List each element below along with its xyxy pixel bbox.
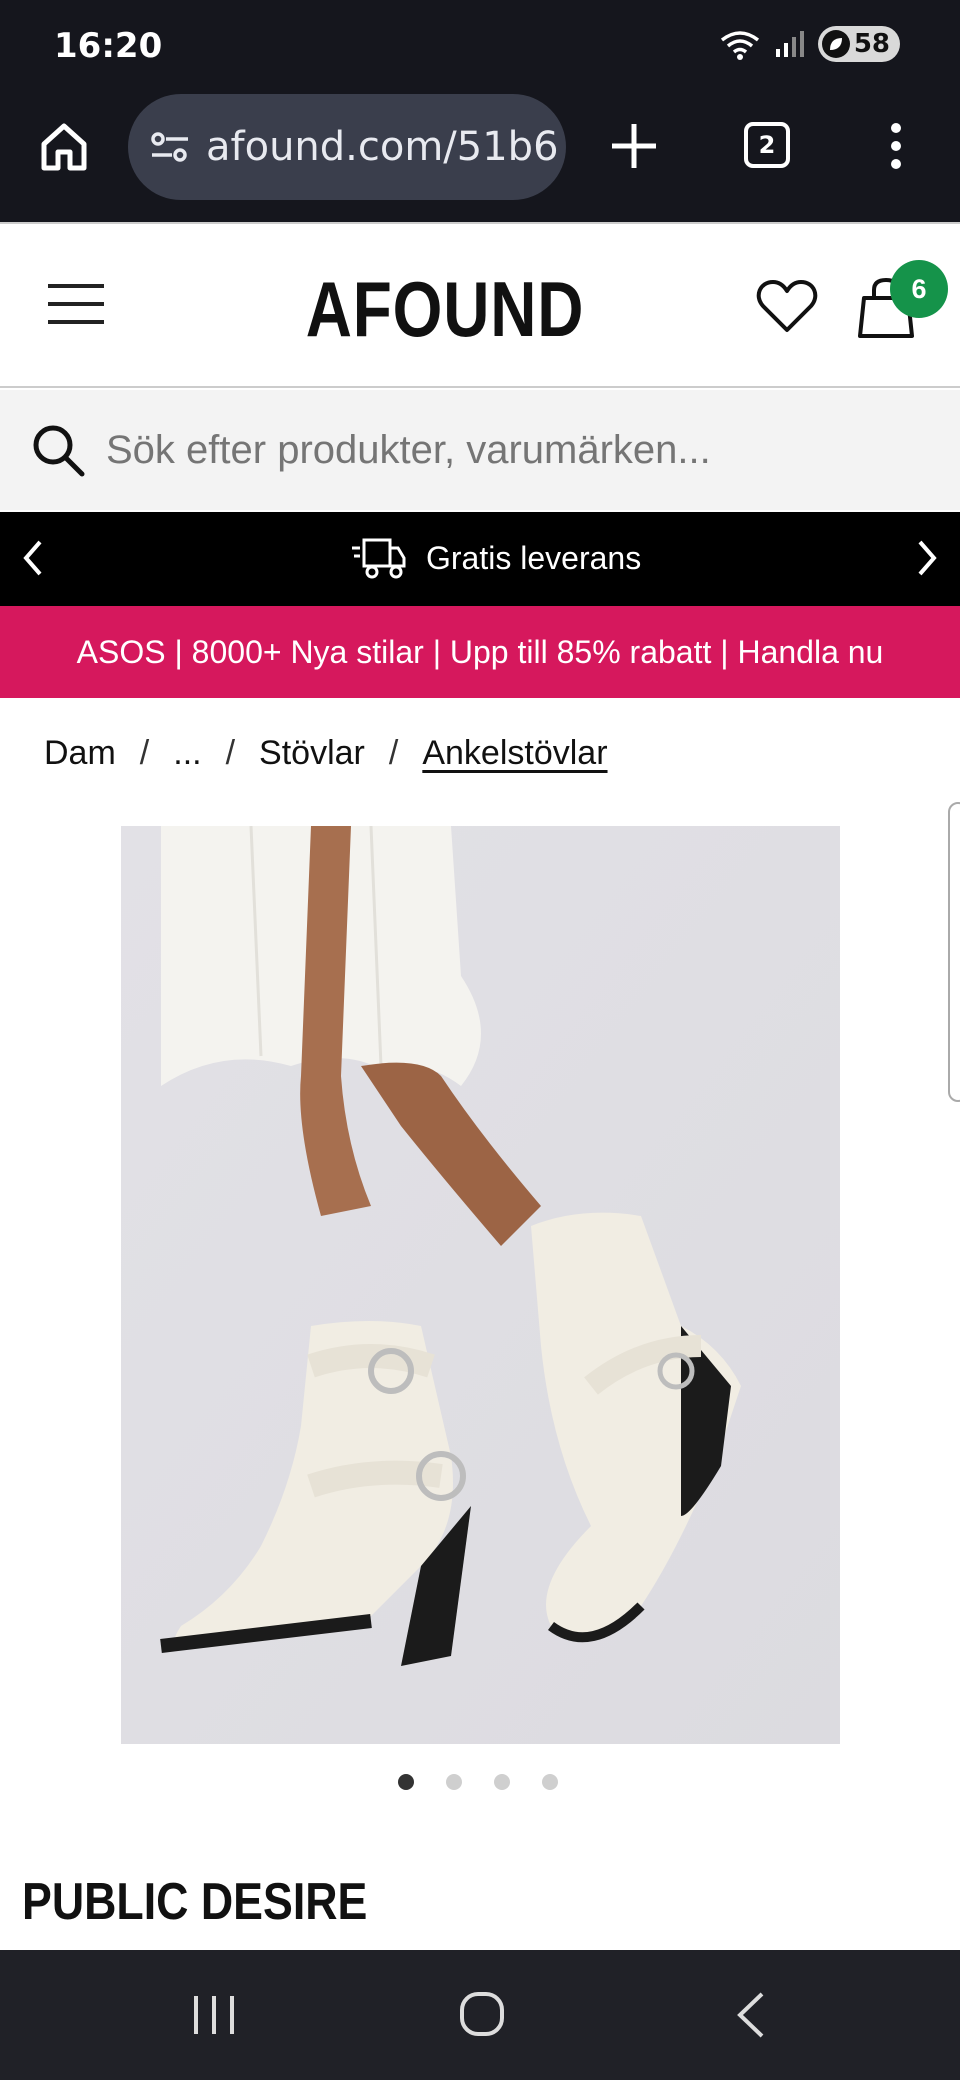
carousel-dot-3[interactable] (494, 1774, 510, 1790)
back-nav-icon[interactable] (734, 1990, 768, 2040)
system-nav-bar (0, 1950, 960, 2080)
site-logo[interactable]: AFOUND (80, 264, 810, 355)
home-nav-icon[interactable] (458, 1990, 506, 2038)
breadcrumb: Dam / ... / Stövlar / Ankelstövlar (44, 734, 608, 773)
search-input[interactable] (106, 427, 926, 473)
promo-banner[interactable]: ASOS | 8000+ Nya stilar | Upp till 85% r… (0, 606, 960, 698)
carousel-dot-1[interactable] (398, 1774, 414, 1790)
search-icon[interactable] (30, 422, 86, 478)
more-menu-icon[interactable] (880, 120, 912, 172)
chevron-right-icon[interactable] (914, 538, 940, 578)
battery-saver-icon (821, 30, 850, 58)
side-drawer-handle[interactable] (948, 802, 960, 1102)
status-bar: 16:20 58 (0, 0, 960, 90)
carousel-dot-4[interactable] (542, 1774, 558, 1790)
carousel-dot-2[interactable] (446, 1774, 462, 1790)
battery-level: 58 (853, 29, 890, 59)
battery-indicator: 58 (817, 26, 900, 62)
cart-count-badge[interactable]: 6 (890, 260, 948, 318)
search-bar[interactable] (0, 390, 960, 510)
url-text[interactable]: afound.com/51b6 (206, 124, 559, 170)
breadcrumb-separator: / (225, 734, 236, 772)
product-brand[interactable]: PUBLIC DESIRE (22, 1872, 367, 1932)
wishlist-heart-icon[interactable] (756, 278, 818, 334)
tab-count[interactable]: 2 (744, 122, 790, 168)
recent-apps-icon[interactable] (190, 1992, 238, 2038)
status-time: 16:20 (54, 26, 163, 66)
delivery-text: Gratis leverans (426, 539, 642, 576)
promo-text[interactable]: ASOS | 8000+ Nya stilar | Upp till 85% r… (77, 634, 884, 671)
product-image[interactable] (121, 826, 840, 1744)
wifi-icon (720, 31, 759, 60)
signal-icon (775, 31, 804, 57)
status-icons: 58 (720, 26, 900, 62)
breadcrumb-item-ellipsis[interactable]: ... (173, 734, 201, 773)
breadcrumb-item-ankelstovlar[interactable]: Ankelstövlar (422, 734, 607, 773)
browser-toolbar: afound.com/51b6 2 (0, 90, 960, 222)
site-settings-icon[interactable] (148, 125, 192, 169)
breadcrumb-item-dam[interactable]: Dam (44, 734, 116, 773)
breadcrumb-item-stovlar[interactable]: Stövlar (259, 734, 365, 773)
site-header: AFOUND (0, 222, 960, 388)
delivery-truck-icon (352, 538, 406, 579)
new-tab-icon[interactable] (608, 120, 660, 172)
breadcrumb-separator: / (139, 734, 150, 772)
url-bar[interactable]: afound.com/51b6 (128, 94, 566, 200)
carousel-dots (398, 1774, 558, 1790)
breadcrumb-separator: / (388, 734, 399, 772)
delivery-banner: Gratis leverans (0, 512, 960, 606)
home-icon[interactable] (36, 118, 92, 174)
tab-switcher-button[interactable]: 2 (744, 122, 790, 168)
delivery-info: Gratis leverans (350, 534, 641, 582)
chevron-left-icon[interactable] (20, 538, 46, 578)
